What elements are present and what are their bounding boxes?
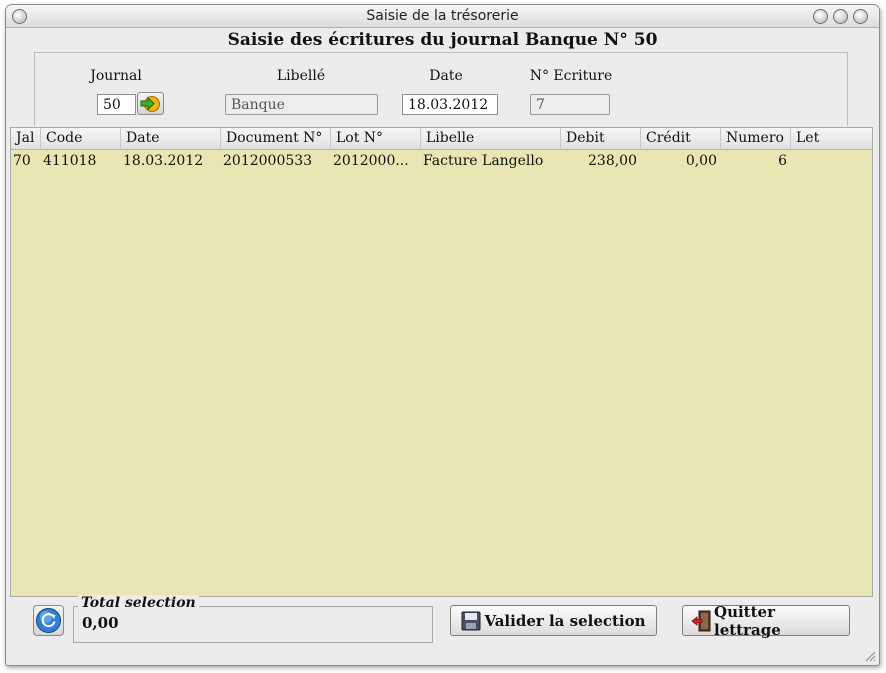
column-header-numero[interactable]: Numero [721,128,791,150]
total-selection-box [73,606,433,643]
refresh-icon [36,608,61,633]
validate-selection-button[interactable]: Valider la selection [450,605,657,636]
column-header-credit[interactable]: Crédit [641,128,721,150]
quit-lettrage-button[interactable]: Quitter lettrage [682,602,850,639]
quit-lettrage-label: Quitter lettrage [714,602,781,639]
column-header-code[interactable]: Code [41,128,121,150]
main-window: Saisie de la trésorerie Saisie des écrit… [5,4,880,666]
cell-jal: 70 [13,153,31,169]
libelle-field: Banque [225,94,378,115]
column-header-document[interactable]: Document N° [221,128,331,150]
column-header-lot[interactable]: Lot N° [331,128,421,150]
entries-table[interactable]: Jal Code Date Document N° Lot N° Libelle… [10,127,873,597]
column-header-let[interactable]: Let [791,128,872,150]
exit-door-icon [691,610,711,632]
cell-let [791,153,872,173]
date-label: Date [429,68,463,84]
ecriture-label: N° Ecriture [529,68,613,84]
maximize-button[interactable] [833,9,848,24]
total-selection-label: Total selection [78,595,199,611]
cell-document: 2012000533 [223,153,313,169]
libelle-label: Libellé [276,68,326,84]
title-bar[interactable]: Saisie de la trésorerie [6,5,879,28]
cell-credit: 0,00 [685,153,717,169]
cell-code: 411018 [43,153,97,169]
cell-debit: 238,00 [588,153,637,169]
column-header-debit[interactable]: Debit [561,128,641,150]
cell-lot: 2012000... [333,153,409,169]
cell-numero: 6 [778,153,787,169]
close-button[interactable] [853,9,868,24]
arrow-right-icon [140,96,160,112]
ecriture-field: 7 [530,94,610,115]
page-title: Saisie des écritures du journal Banque N… [227,30,658,50]
floppy-disk-icon [461,610,481,632]
validate-selection-label: Valider la selection [484,611,646,630]
date-input[interactable]: 18.03.2012 [402,94,498,115]
cell-date: 18.03.2012 [123,153,204,169]
column-header-jal[interactable]: Jal [11,128,41,150]
column-header-date[interactable]: Date [121,128,221,150]
refresh-button[interactable] [33,605,64,636]
journal-input[interactable]: 50 [97,94,136,115]
minimize-button[interactable] [813,9,828,24]
window-title: Saisie de la trésorerie [366,8,519,24]
table-header: Jal Code Date Document N° Lot N° Libelle… [11,128,872,150]
resize-grip-icon[interactable] [864,650,876,662]
column-header-libelle[interactable]: Libelle [421,128,561,150]
journal-label: Journal [90,68,142,84]
journal-go-button[interactable] [137,92,164,115]
cell-libelle: Facture Langello [423,153,544,169]
total-selection-value: 0,00 [82,614,119,632]
